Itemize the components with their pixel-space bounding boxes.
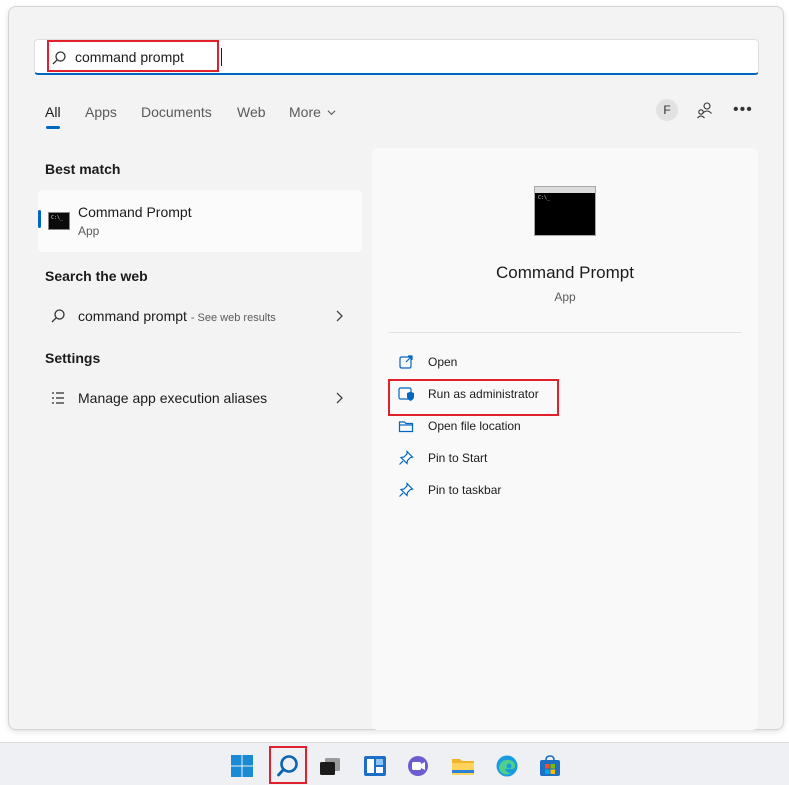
highlight-search-box [47, 40, 219, 72]
divider [388, 332, 742, 333]
preview-title: Command Prompt [496, 263, 634, 282]
command-prompt-large-icon: C:\_ [534, 186, 596, 236]
list-icon [52, 392, 64, 404]
best-match-result[interactable]: C:\_ Command Prompt App [38, 190, 362, 252]
search-icon [51, 309, 65, 323]
web-result-label: command prompt - See web results [78, 308, 276, 324]
action-label: Open [428, 355, 458, 369]
pin-icon [399, 450, 414, 465]
settings-heading: Settings [45, 350, 101, 366]
task-view-icon[interactable] [318, 754, 342, 778]
preview-pane: C:\_ Command Prompt App Open Run as admi… [372, 148, 758, 730]
more-options-icon[interactable]: ••• [733, 101, 753, 119]
text-caret [221, 48, 222, 66]
command-prompt-icon: C:\_ [48, 212, 70, 230]
preview-subtitle: App [554, 290, 576, 304]
active-tab-indicator [46, 126, 60, 129]
action-label: Pin to Start [428, 451, 488, 465]
web-result-query: command prompt [78, 308, 187, 324]
chevron-right-icon [336, 310, 343, 322]
chevron-down-icon [327, 110, 336, 116]
web-search-result[interactable]: command prompt - See web results [38, 298, 362, 334]
folder-icon [398, 421, 414, 433]
best-match-subtitle: App [78, 224, 100, 238]
file-explorer-icon[interactable] [451, 754, 475, 778]
store-icon[interactable] [538, 754, 562, 778]
best-match-heading: Best match [45, 161, 121, 177]
selection-indicator [38, 210, 41, 228]
avatar[interactable]: F [656, 99, 678, 121]
web-result-suffix: - See web results [190, 312, 276, 324]
chat-icon[interactable] [406, 754, 430, 778]
best-match-title: Command Prompt [78, 204, 192, 220]
pin-icon [399, 482, 414, 497]
action-label: Open file location [428, 419, 521, 433]
action-label: Pin to taskbar [428, 483, 502, 497]
settings-item-label: Manage app execution aliases [78, 390, 268, 406]
windows-start-icon[interactable] [230, 754, 254, 778]
chevron-right-icon [336, 392, 343, 404]
tab-web[interactable]: Web [237, 104, 266, 120]
tab-more[interactable]: More [289, 104, 336, 120]
highlight-taskbar-search [269, 746, 307, 784]
tab-documents[interactable]: Documents [141, 104, 212, 120]
edge-icon[interactable] [495, 754, 519, 778]
tab-all[interactable]: All [45, 104, 61, 120]
widgets-icon[interactable] [363, 754, 387, 778]
people-icon[interactable] [696, 101, 714, 119]
tab-apps[interactable]: Apps [85, 104, 117, 120]
open-icon [399, 355, 413, 369]
taskbar [0, 742, 789, 785]
tab-more-label: More [289, 104, 321, 120]
highlight-run-as-administrator [388, 379, 559, 416]
settings-result[interactable]: Manage app execution aliases [38, 380, 362, 416]
search-web-heading: Search the web [45, 268, 148, 284]
